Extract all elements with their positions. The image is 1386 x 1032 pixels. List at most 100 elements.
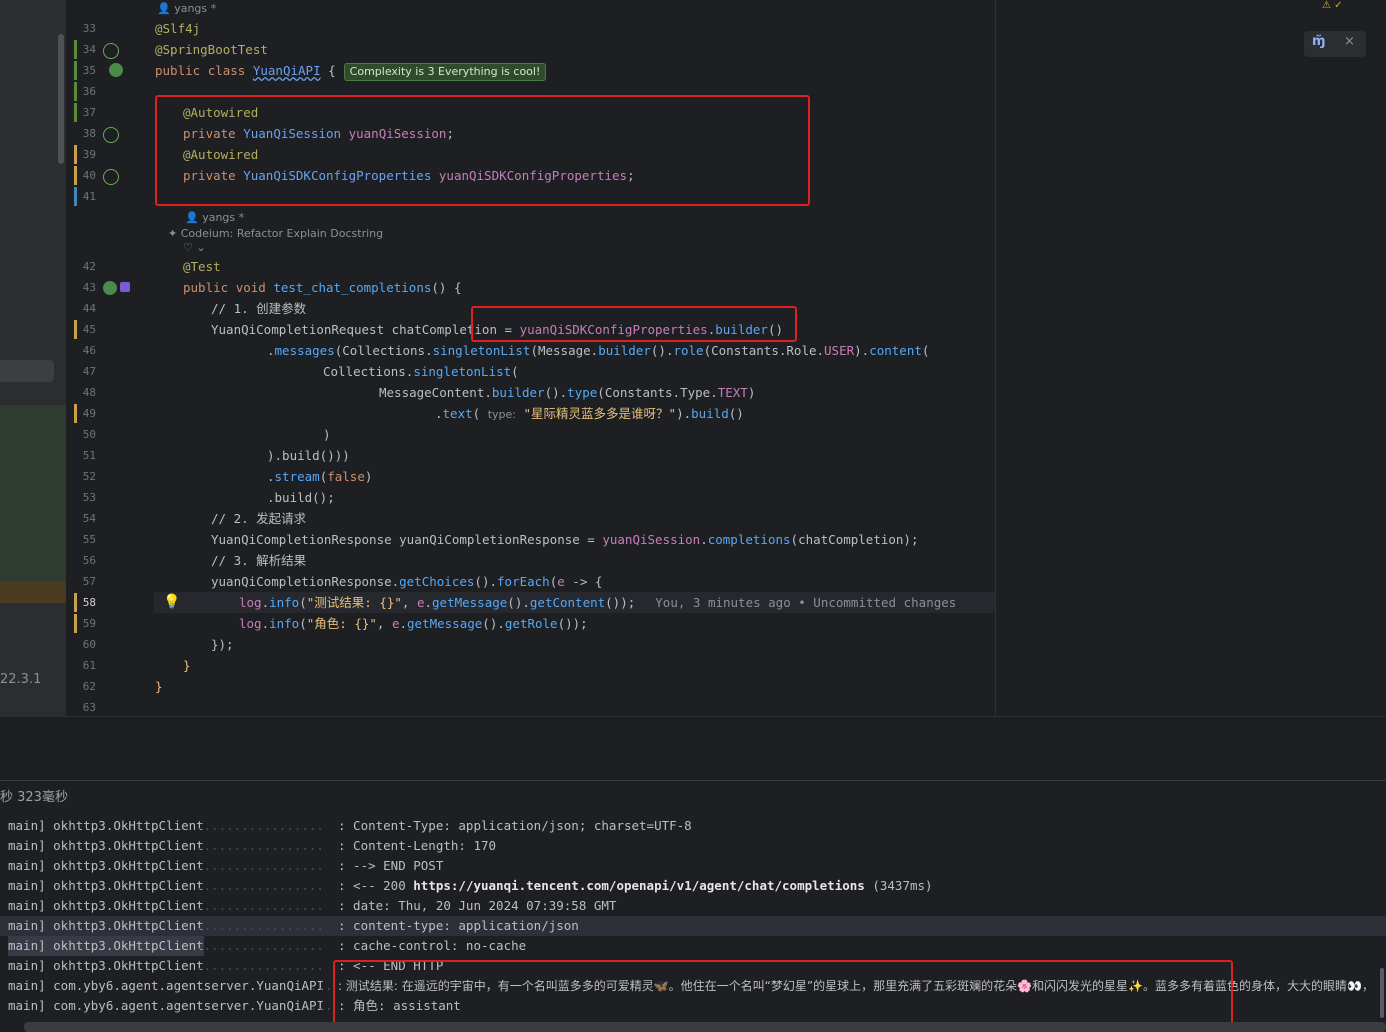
close-icon[interactable]: × [1344, 34, 1355, 49]
token: . [497, 616, 505, 631]
line-number: 36 [82, 85, 96, 98]
code-line-43[interactable]: public void test_chat_completions() { [183, 277, 461, 298]
console-url-link[interactable]: https://yuanqi.tencent.com/openapi/v1/ag… [413, 878, 865, 893]
lightbulb-icon[interactable]: 💡 [163, 594, 180, 610]
vcs-modified-marker[interactable] [74, 320, 77, 339]
code-line-48[interactable]: MessageContent.builder().type(Constants.… [379, 382, 755, 403]
autowired-bean-icon[interactable] [103, 127, 119, 143]
vcs-modified-marker[interactable] [74, 614, 77, 633]
codeium-explain[interactable]: Explain [287, 227, 327, 240]
codeium-lens: ✦ Codeium: Refactor Explain Docstring [168, 227, 383, 240]
code-line-49[interactable]: .text( type: "星际精灵蓝多多是谁呀？").build() [435, 403, 744, 424]
vcs-modified-marker[interactable] [74, 593, 77, 612]
console-source: main] okhttp3.OkHttpClient [8, 958, 204, 973]
console-message: : date: Thu, 20 Jun 2024 07:39:58 GMT [338, 898, 617, 913]
token: }); [211, 637, 234, 652]
line-number: 35 [82, 64, 96, 77]
spring-bean-icon[interactable] [103, 43, 119, 59]
run-test-icon[interactable] [103, 281, 117, 295]
code-line-60[interactable]: }); [211, 634, 234, 655]
token: ( [472, 406, 481, 421]
line-number: 54 [82, 512, 96, 525]
token: class [207, 63, 246, 78]
console-row-selected[interactable]: main] okhttp3.OkHttpClient..............… [0, 916, 1386, 936]
console-msg-pre: : <-- 200 [338, 878, 414, 893]
code-line-42[interactable]: @Test [183, 256, 221, 277]
vcs-added-marker[interactable] [74, 103, 77, 122]
console-source: main] okhttp3.OkHttpClient [8, 936, 204, 956]
token: . [710, 385, 718, 400]
line-number: 63 [82, 701, 96, 714]
code-line-55[interactable]: YuanQiCompletionResponse yuanQiCompletio… [211, 529, 918, 550]
vcs-added-marker[interactable] [74, 40, 77, 59]
console-row[interactable]: main] okhttp3.OkHttpClient..............… [0, 836, 1386, 856]
code-line-35[interactable]: public class YuanQiAPI {Complexity is 3 … [155, 60, 547, 81]
code-line-47[interactable]: Collections.singletonList( [323, 361, 519, 382]
codeium-more[interactable]: ♡ ⌄ [183, 241, 206, 254]
code-line-61[interactable]: } [183, 655, 191, 676]
token: YuanQiCompletionResponse [211, 532, 392, 547]
console-row[interactable]: main] okhttp3.OkHttpClient..............… [0, 876, 1386, 896]
plugin-icon[interactable] [120, 282, 130, 292]
vcs-modified-marker[interactable] [74, 404, 77, 423]
vcs-changed-marker[interactable] [74, 187, 77, 206]
token: getContent [529, 595, 606, 610]
line-number: 39 [82, 148, 96, 161]
codeium-refactor[interactable]: Refactor [237, 227, 283, 240]
token: ) [364, 469, 373, 484]
code-line-33[interactable]: @Slf4j [155, 18, 200, 39]
vcs-added-marker[interactable] [74, 61, 77, 80]
console-message: : <-- 200 https://yuanqi.tencent.com/ope… [338, 876, 933, 896]
console-row[interactable]: main] okhttp3.OkHttpClient..............… [0, 936, 1386, 956]
vcs-modified-marker[interactable] [74, 166, 77, 185]
ai-logo-icon[interactable]: ɱ̃ [1312, 34, 1326, 49]
code-line-52[interactable]: .stream(false) [267, 466, 372, 487]
console-row[interactable]: main] okhttp3.OkHttpClient..............… [0, 856, 1386, 876]
code-line-50[interactable]: ) [323, 424, 331, 445]
code-line-34[interactable]: @SpringBootTest [155, 39, 268, 60]
console-dots: ........................................… [196, 858, 326, 873]
code-editor[interactable]: 22.3.1 33 34 35 36 37 38 39 40 41 42 43 … [0, 0, 1386, 716]
complexity-badge[interactable]: Complexity is 3 Everything is cool! [343, 62, 547, 81]
code-line-53[interactable]: .build(); [267, 487, 335, 508]
left-panel-tab[interactable] [0, 360, 54, 382]
code-line-57[interactable]: yuanQiCompletionResponse.getChoices().fo… [211, 571, 602, 592]
console-row[interactable]: main] okhttp3.OkHttpClient..............… [0, 896, 1386, 916]
token: . [435, 406, 443, 421]
line-number: 49 [82, 407, 96, 420]
left-scrollbar[interactable] [58, 34, 64, 164]
token: ) [747, 385, 756, 400]
run-test-icon[interactable] [109, 63, 123, 77]
codeium-icon: ✦ [168, 227, 178, 240]
code-line-58[interactable]: log.info("测试结果: {}", e.getMessage().getC… [239, 592, 956, 613]
code-line-59[interactable]: log.info("角色: {}", e.getMessage().getRol… [239, 613, 588, 634]
console-dots: ........................................… [196, 838, 326, 853]
vcs-modified-marker[interactable] [74, 145, 77, 164]
console-dots: ........................................… [196, 918, 326, 933]
code-line-54[interactable]: // 2. 发起请求 [211, 508, 306, 529]
token: Collections [323, 364, 406, 379]
line-number: 45 [82, 323, 96, 336]
console-msg-post: (3437ms) [864, 878, 933, 893]
codeium-docstring[interactable]: Docstring [330, 227, 383, 240]
code-line-44[interactable]: // 1. 创建参数 [211, 298, 306, 319]
autowired-bean-icon[interactable] [103, 169, 119, 185]
vcs-added-marker[interactable] [74, 82, 77, 101]
token: yuanQiCompletionResponse [211, 574, 392, 589]
console-horizontal-scrollbar[interactable] [24, 1022, 1386, 1032]
code-line-51[interactable]: ).build())) [267, 445, 350, 466]
warning-icon[interactable]: ⚠ ✓ [1322, 0, 1343, 11]
console-vertical-scrollbar[interactable] [1380, 968, 1384, 1018]
code-line-56[interactable]: // 3. 解析结果 [211, 550, 306, 571]
code-line-46[interactable]: .messages(Collections.singletonList(Mess… [267, 340, 929, 361]
panel-splitter[interactable] [0, 716, 1386, 781]
console-row[interactable]: main] okhttp3.OkHttpClient..............… [0, 816, 1386, 836]
token: . [816, 343, 825, 358]
line-number: 57 [82, 575, 96, 588]
run-console[interactable]: main] okhttp3.OkHttpClient..............… [0, 812, 1386, 1032]
ai-assistant-widget[interactable]: ɱ̃ × [1304, 31, 1366, 57]
console-source: main] okhttp3.OkHttpClient [8, 858, 204, 873]
code-line-62[interactable]: } [155, 676, 163, 697]
token: info [269, 616, 300, 631]
token: @Slf4j [155, 21, 201, 36]
